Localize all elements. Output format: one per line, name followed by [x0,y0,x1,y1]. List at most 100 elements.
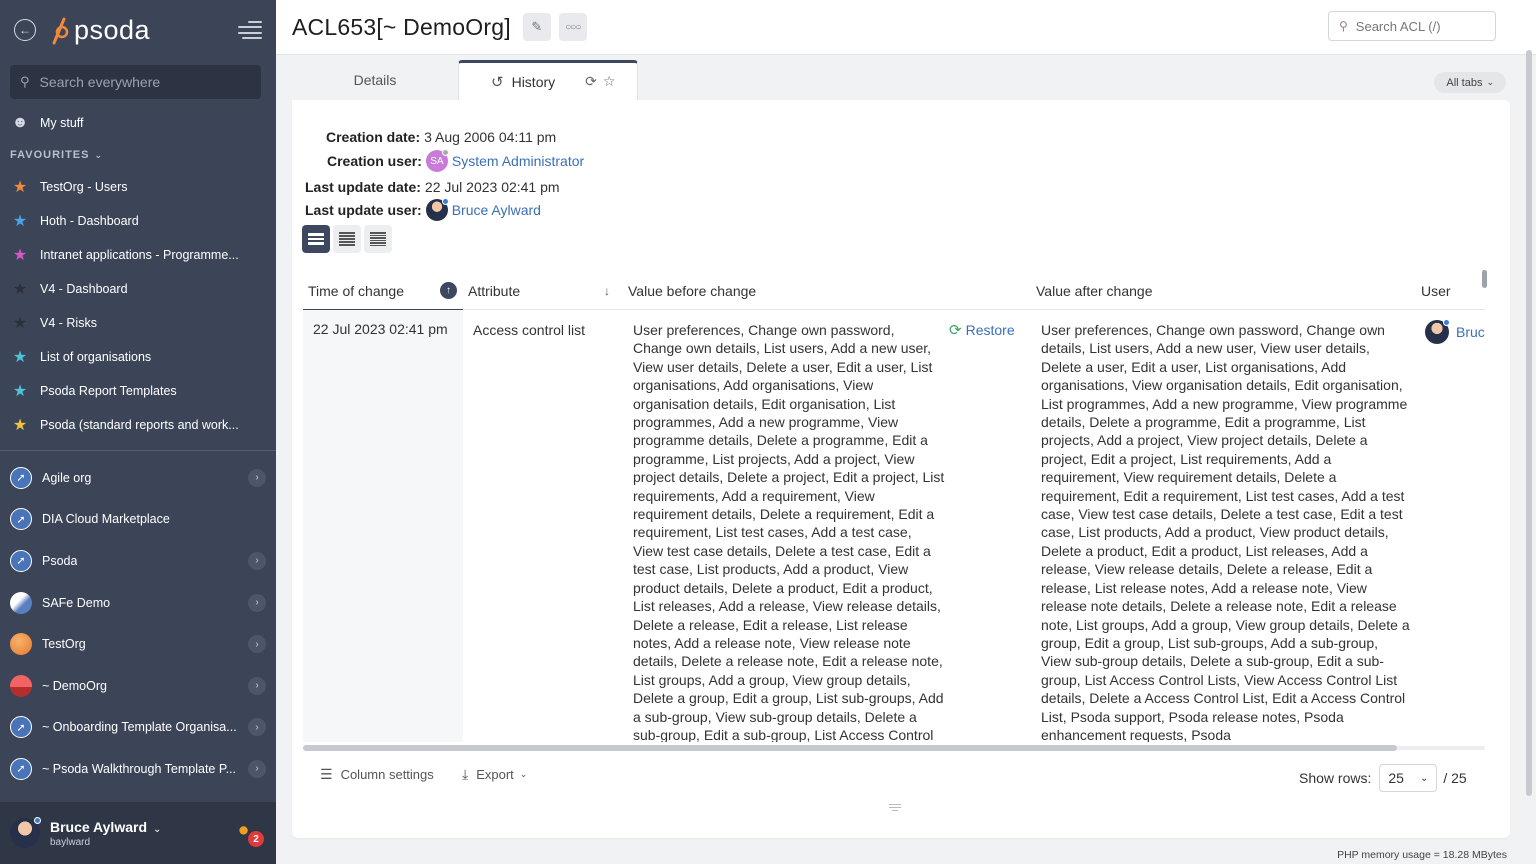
org-item-dia-cloud[interactable]: ➚ DIA Cloud Marketplace [0,499,276,541]
avatar [1425,319,1450,344]
column-header-attribute[interactable]: Attribute ↓ [468,272,618,310]
avatar: SA [425,149,449,172]
compass-icon: ➚ [10,466,32,489]
compass-icon: ➚ [10,508,32,531]
table-vertical-scrollbar[interactable] [1482,270,1487,288]
tab-history[interactable]: ↺ History ⟳ ☆ [458,60,638,100]
star-outline-icon[interactable]: ☆ [603,73,616,90]
sidebar-user-panel[interactable]: Bruce Aylward ⌄ baylward ⚫ 2 [0,802,276,864]
export-button[interactable]: ⤓ Export ⌄ [462,766,527,783]
favourites-header[interactable]: FAVOURITES ⌄ [0,140,276,170]
restore-button[interactable]: ⟳ Restore [949,321,1015,339]
sidebar-divider [0,450,276,451]
org-item-demoorg[interactable]: ~ DemoOrg › [0,665,276,707]
user-cell[interactable]: Bruc [1425,319,1485,344]
chevron-right-icon[interactable]: › [248,676,266,695]
edit-button[interactable]: ✎ [522,13,551,41]
table-horizontal-scrollbar[interactable] [303,743,1485,752]
memory-usage: PHP memory usage = 18.28 MBytes [1337,849,1507,861]
sort-descending-icon[interactable]: ↓ [604,284,610,298]
favourite-item[interactable]: ★ V4 - Dashboard [0,272,276,306]
org-item-walkthrough-template[interactable]: ➚ ~ Psoda Walkthrough Template P... › [0,748,276,790]
last-update-date-value: 22 Jul 2023 02:41 pm [424,179,560,195]
favourite-item[interactable]: ★ TestOrg - Users [0,170,276,204]
chevron-right-icon[interactable]: › [248,551,266,570]
orange-globe-icon [10,633,32,656]
row-density-toggle [302,225,392,253]
avatar-initials: SA [430,155,444,167]
history-icon: ↺ [491,73,504,91]
favourite-item[interactable]: ★ Psoda (standard reports and work... [0,408,276,442]
notifications-button[interactable]: ⚫ 2 [236,821,264,847]
density-normal-button[interactable] [333,225,361,253]
favourite-item[interactable]: ★ Hoth - Dashboard [0,204,276,238]
menu-toggle-icon[interactable] [236,21,262,39]
compass-icon: ➚ [10,549,32,572]
sort-ascending-icon[interactable]: ↑ [440,282,457,299]
density-compact-button[interactable] [364,225,392,253]
psoda-logo[interactable]: psoda [50,15,150,46]
avatar [10,817,41,848]
last-update-date-label: Last update date: [305,179,421,195]
org-label: DIA Cloud Marketplace [42,512,170,527]
favourite-label: Intranet applications - Programme... [40,248,239,262]
page-vertical-scrollbar[interactable] [1526,50,1532,796]
star-icon: ★ [12,281,28,298]
favourite-item[interactable]: ★ Psoda Report Templates [0,374,276,408]
organisations-list: ➚ Agile org › ➚ DIA Cloud Marketplace ➚ … [0,457,276,790]
column-header-time[interactable]: Time of change ↑ [303,272,463,311]
user-name[interactable]: Bruce Aylward ⌄ [50,819,161,835]
chevron-right-icon[interactable]: › [248,468,266,487]
org-item-testorg[interactable]: TestOrg › [0,623,276,665]
red-planet-icon [10,674,32,697]
my-stuff-label: My stuff [40,116,84,130]
star-icon: ★ [12,383,28,400]
all-tabs-dropdown[interactable]: All tabs ⌄ [1434,72,1506,93]
column-header-after[interactable]: Value after change [1036,272,1416,310]
back-button[interactable]: ← [14,19,36,41]
all-tabs-label: All tabs [1446,76,1483,89]
logo-text: psoda [74,14,151,45]
tab-details[interactable]: Details [292,60,458,100]
user-icon: ☻ [11,114,29,131]
density-comfortable-button[interactable] [302,225,330,253]
my-stuff-link[interactable]: ☻ My stuff [0,106,276,140]
show-rows: Show rows: 25 ⌄ / 25 [1299,764,1467,792]
rows-per-page-select[interactable]: 25 ⌄ [1379,764,1438,792]
org-item-agile-org[interactable]: ➚ Agile org › [0,457,276,499]
column-settings-button[interactable]: ☰ Column settings [320,766,434,783]
star-icon: ★ [12,315,28,332]
search-icon: ⚲ [20,74,30,89]
last-update-user-link[interactable]: Bruce Aylward [452,202,541,218]
column-header-before[interactable]: Value before change [628,272,1008,310]
favourite-label: V4 - Risks [40,316,97,330]
user-login: baylward [50,836,91,848]
creation-user-link[interactable]: System Administrator [452,153,584,169]
column-header-user[interactable]: User [1421,272,1485,310]
chevron-right-icon[interactable]: › [248,635,266,654]
org-label: ~ DemoOrg [42,678,107,693]
safe-logo-icon [10,591,32,614]
restore-label: Restore [965,322,1015,338]
chevron-right-icon[interactable]: › [248,593,266,612]
column-header-user-label: User [1421,283,1451,299]
favourite-item[interactable]: ★ V4 - Risks [0,306,276,340]
chevron-right-icon[interactable]: › [248,759,266,778]
favourite-item[interactable]: ★ Intranet applications - Programme... [0,238,276,272]
sliders-icon: ☰ [320,766,333,782]
last-update-date-row: Last update date: 22 Jul 2023 02:41 pm [305,179,560,195]
org-item-onboarding-template[interactable]: ➚ ~ Onboarding Template Organisa... › [0,707,276,749]
refresh-icon[interactable]: ⟳ [585,73,597,90]
global-search-input[interactable]: ⚲ Search everywhere [10,65,261,99]
acl-search-input[interactable]: ⚲ Search ACL (/) [1328,11,1496,41]
org-item-safe-demo[interactable]: SAFe Demo › [0,582,276,624]
resize-handle-icon[interactable] [889,804,901,812]
favourite-item[interactable]: ★ List of organisations [0,340,276,374]
avatar [425,198,449,221]
more-options-button[interactable]: ○○○ [558,13,587,41]
org-item-psoda[interactable]: ➚ Psoda › [0,540,276,582]
chevron-down-icon: ⌄ [94,149,104,160]
rows-total: / 25 [1443,770,1467,786]
chevron-right-icon[interactable]: › [248,718,266,737]
pencil-icon: ✎ [531,19,543,34]
